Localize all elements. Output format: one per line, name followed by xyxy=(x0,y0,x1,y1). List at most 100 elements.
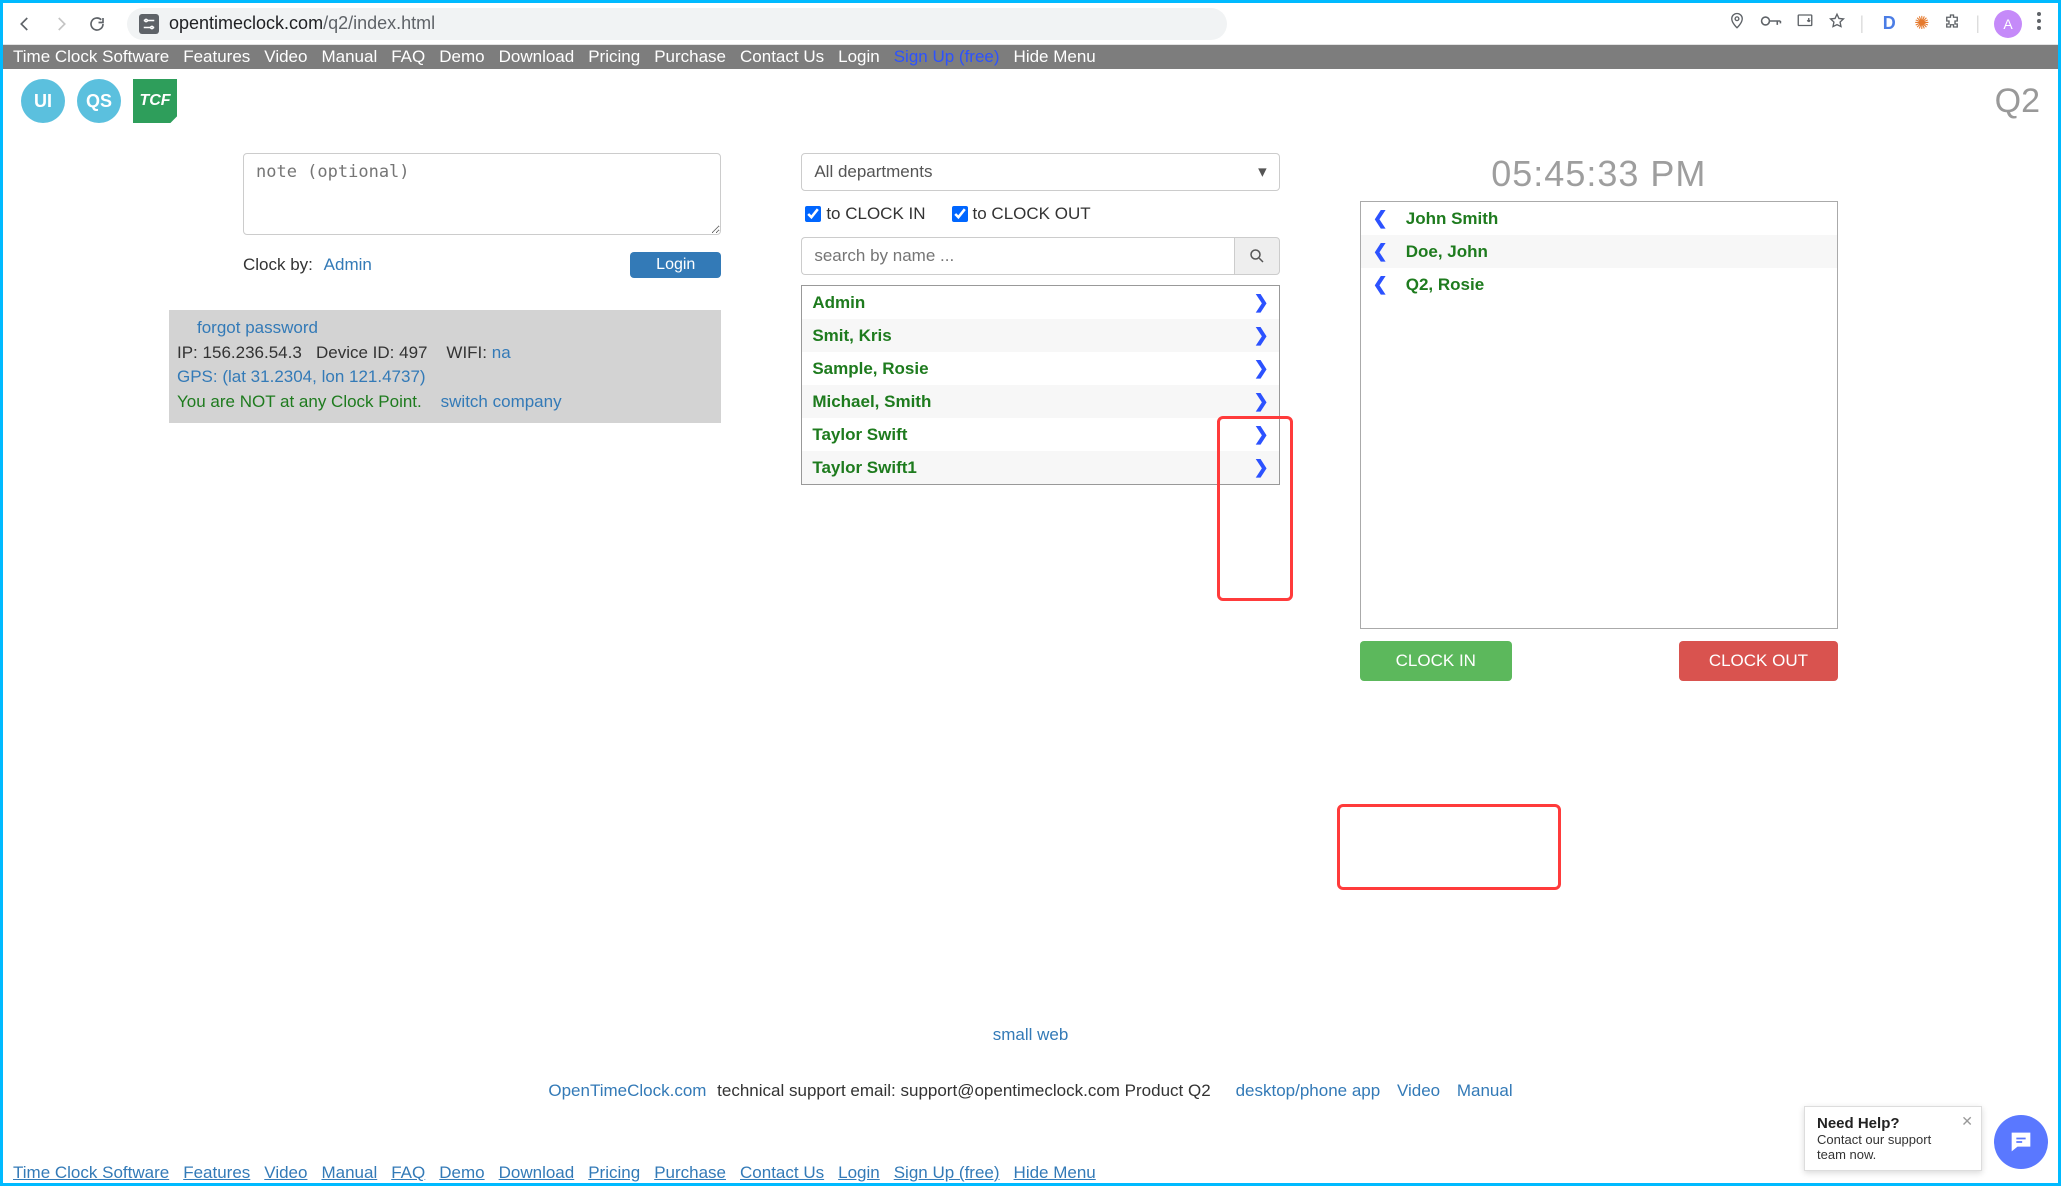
otc-link[interactable]: OpenTimeClock.com xyxy=(548,1081,706,1100)
right-column: 05:45:33 PM ❮John Smith ❮Doe, John ❮Q2, … xyxy=(1360,153,1838,681)
nav-time-clock-software[interactable]: Time Clock Software xyxy=(13,47,169,67)
key-icon[interactable] xyxy=(1760,12,1782,35)
nav-contact[interactable]: Contact Us xyxy=(740,47,824,67)
note-input[interactable] xyxy=(243,153,721,235)
bnav-purchase[interactable]: Purchase xyxy=(654,1163,726,1183)
address-bar[interactable]: opentimeclock.com/q2/index.html xyxy=(127,8,1227,40)
nav-faq[interactable]: FAQ xyxy=(391,47,425,67)
kebab-menu-icon[interactable] xyxy=(2036,11,2042,36)
qs-button[interactable]: QS xyxy=(77,79,121,123)
nav-hide-menu[interactable]: Hide Menu xyxy=(1014,47,1096,67)
nav-signup[interactable]: Sign Up (free) xyxy=(894,47,1000,67)
user-row[interactable]: Sample, Rosie❯ xyxy=(802,352,1278,385)
location-icon[interactable] xyxy=(1728,12,1746,35)
site-settings-icon[interactable] xyxy=(139,14,159,34)
current-time: 05:45:33 PM xyxy=(1360,153,1838,195)
bnav-features[interactable]: Features xyxy=(183,1163,250,1183)
bnav-hide-menu[interactable]: Hide Menu xyxy=(1014,1163,1096,1183)
selected-user-row[interactable]: ❮Q2, Rosie xyxy=(1361,268,1837,301)
nav-demo[interactable]: Demo xyxy=(439,47,484,67)
chevron-right-icon[interactable]: ❯ xyxy=(1254,358,1269,379)
department-select[interactable]: All departments ▾ xyxy=(801,153,1279,191)
search-input[interactable] xyxy=(801,237,1233,275)
bnav-faq[interactable]: FAQ xyxy=(391,1163,425,1183)
bnav-tcs[interactable]: Time Clock Software xyxy=(13,1163,169,1183)
nav-pricing[interactable]: Pricing xyxy=(588,47,640,67)
bnav-pricing[interactable]: Pricing xyxy=(588,1163,640,1183)
nav-login[interactable]: Login xyxy=(838,47,880,67)
bnav-manual[interactable]: Manual xyxy=(321,1163,377,1183)
ip-value: 156.236.54.3 xyxy=(203,343,302,362)
to-clock-in-checkbox[interactable]: to CLOCK IN xyxy=(801,203,925,225)
chevron-right-icon[interactable]: ❯ xyxy=(1254,325,1269,346)
search-button[interactable] xyxy=(1234,237,1280,275)
device-id-label: Device ID: xyxy=(316,343,394,362)
footer-desktop-app-link[interactable]: desktop/phone app xyxy=(1236,1081,1381,1100)
bnav-download[interactable]: Download xyxy=(499,1163,575,1183)
selected-user-row[interactable]: ❮John Smith xyxy=(1361,202,1837,235)
user-row[interactable]: Taylor Swift❯ xyxy=(802,418,1278,451)
help-title: Need Help? xyxy=(1817,1115,1955,1132)
to-clock-out-checkbox[interactable]: to CLOCK OUT xyxy=(948,203,1091,225)
help-close-icon[interactable]: ✕ xyxy=(1961,1113,1973,1130)
help-popup[interactable]: ✕ Need Help? Contact our support team no… xyxy=(1804,1106,1982,1171)
bnav-login[interactable]: Login xyxy=(838,1163,880,1183)
bnav-contact[interactable]: Contact Us xyxy=(740,1163,824,1183)
tcf-logo-icon[interactable]: TCF xyxy=(133,79,177,123)
page-footer: small web OpenTimeClock.com technical su… xyxy=(3,1025,2058,1101)
nav-video[interactable]: Video xyxy=(264,47,307,67)
gps-value[interactable]: GPS: (lat 31.2304, lon 121.4737) xyxy=(177,365,713,390)
chevron-right-icon[interactable]: ❯ xyxy=(1254,457,1269,478)
bnav-signup[interactable]: Sign Up (free) xyxy=(894,1163,1000,1183)
extension-d-icon[interactable]: D xyxy=(1878,13,1900,35)
nav-purchase[interactable]: Purchase xyxy=(654,47,726,67)
chevron-right-icon[interactable]: ❯ xyxy=(1254,292,1269,313)
user-row[interactable]: Admin❯ xyxy=(802,286,1278,319)
install-icon[interactable] xyxy=(1796,12,1814,35)
forward-icon[interactable] xyxy=(47,10,75,38)
user-row[interactable]: Taylor Swift1❯ xyxy=(802,451,1278,484)
dropdown-caret-icon: ▾ xyxy=(1258,162,1267,182)
chevron-right-icon[interactable]: ❯ xyxy=(1254,424,1269,445)
forgot-password-link[interactable]: forgot password xyxy=(197,318,318,337)
nav-manual[interactable]: Manual xyxy=(321,47,377,67)
to-clock-out-input[interactable] xyxy=(952,206,968,222)
clock-point-warning: You are NOT at any Clock Point. xyxy=(177,392,422,411)
login-button[interactable]: Login xyxy=(630,252,721,278)
chevron-left-icon[interactable]: ❮ xyxy=(1373,208,1388,229)
to-clock-in-input[interactable] xyxy=(805,206,821,222)
extension-flower-icon[interactable]: ✺ xyxy=(1914,13,1929,34)
user-row[interactable]: Smit, Kris❯ xyxy=(802,319,1278,352)
chevron-right-icon[interactable]: ❯ xyxy=(1254,391,1269,412)
bookmark-star-icon[interactable] xyxy=(1828,12,1846,35)
search-icon xyxy=(1248,247,1266,265)
device-info-panel: forgot password IP: 156.236.54.3 Device … xyxy=(169,310,721,423)
selected-users-list: ❮John Smith ❮Doe, John ❮Q2, Rosie xyxy=(1360,201,1838,629)
small-web-link[interactable]: small web xyxy=(3,1025,2058,1045)
bnav-demo[interactable]: Demo xyxy=(439,1163,484,1183)
bnav-video[interactable]: Video xyxy=(264,1163,307,1183)
chevron-left-icon[interactable]: ❮ xyxy=(1373,241,1388,262)
nav-features[interactable]: Features xyxy=(183,47,250,67)
reload-icon[interactable] xyxy=(83,10,111,38)
clock-in-button[interactable]: CLOCK IN xyxy=(1360,641,1512,681)
footer-manual-link[interactable]: Manual xyxy=(1457,1081,1513,1100)
wifi-label: WIFI: xyxy=(446,343,487,362)
selected-user-row[interactable]: ❮Doe, John xyxy=(1361,235,1837,268)
profile-avatar[interactable]: A xyxy=(1994,10,2022,38)
back-icon[interactable] xyxy=(11,10,39,38)
help-subtitle: Contact our support team now. xyxy=(1817,1132,1955,1162)
switch-company-link[interactable]: switch company xyxy=(441,392,562,411)
clock-out-button[interactable]: CLOCK OUT xyxy=(1679,641,1838,681)
chevron-left-icon[interactable]: ❮ xyxy=(1373,274,1388,295)
nav-download[interactable]: Download xyxy=(499,47,575,67)
extensions-puzzle-icon[interactable] xyxy=(1943,12,1961,35)
ui-button[interactable]: UI xyxy=(21,79,65,123)
highlight-clock-in xyxy=(1337,804,1561,890)
chat-bubble-icon[interactable] xyxy=(1994,1115,2048,1169)
app-header: UI QS TCF Q2 xyxy=(3,69,2058,129)
user-row[interactable]: Michael, Smith❯ xyxy=(802,385,1278,418)
q2-product-label: Q2 xyxy=(1995,82,2040,121)
clock-by-user-link[interactable]: Admin xyxy=(324,255,372,274)
footer-video-link[interactable]: Video xyxy=(1397,1081,1440,1100)
